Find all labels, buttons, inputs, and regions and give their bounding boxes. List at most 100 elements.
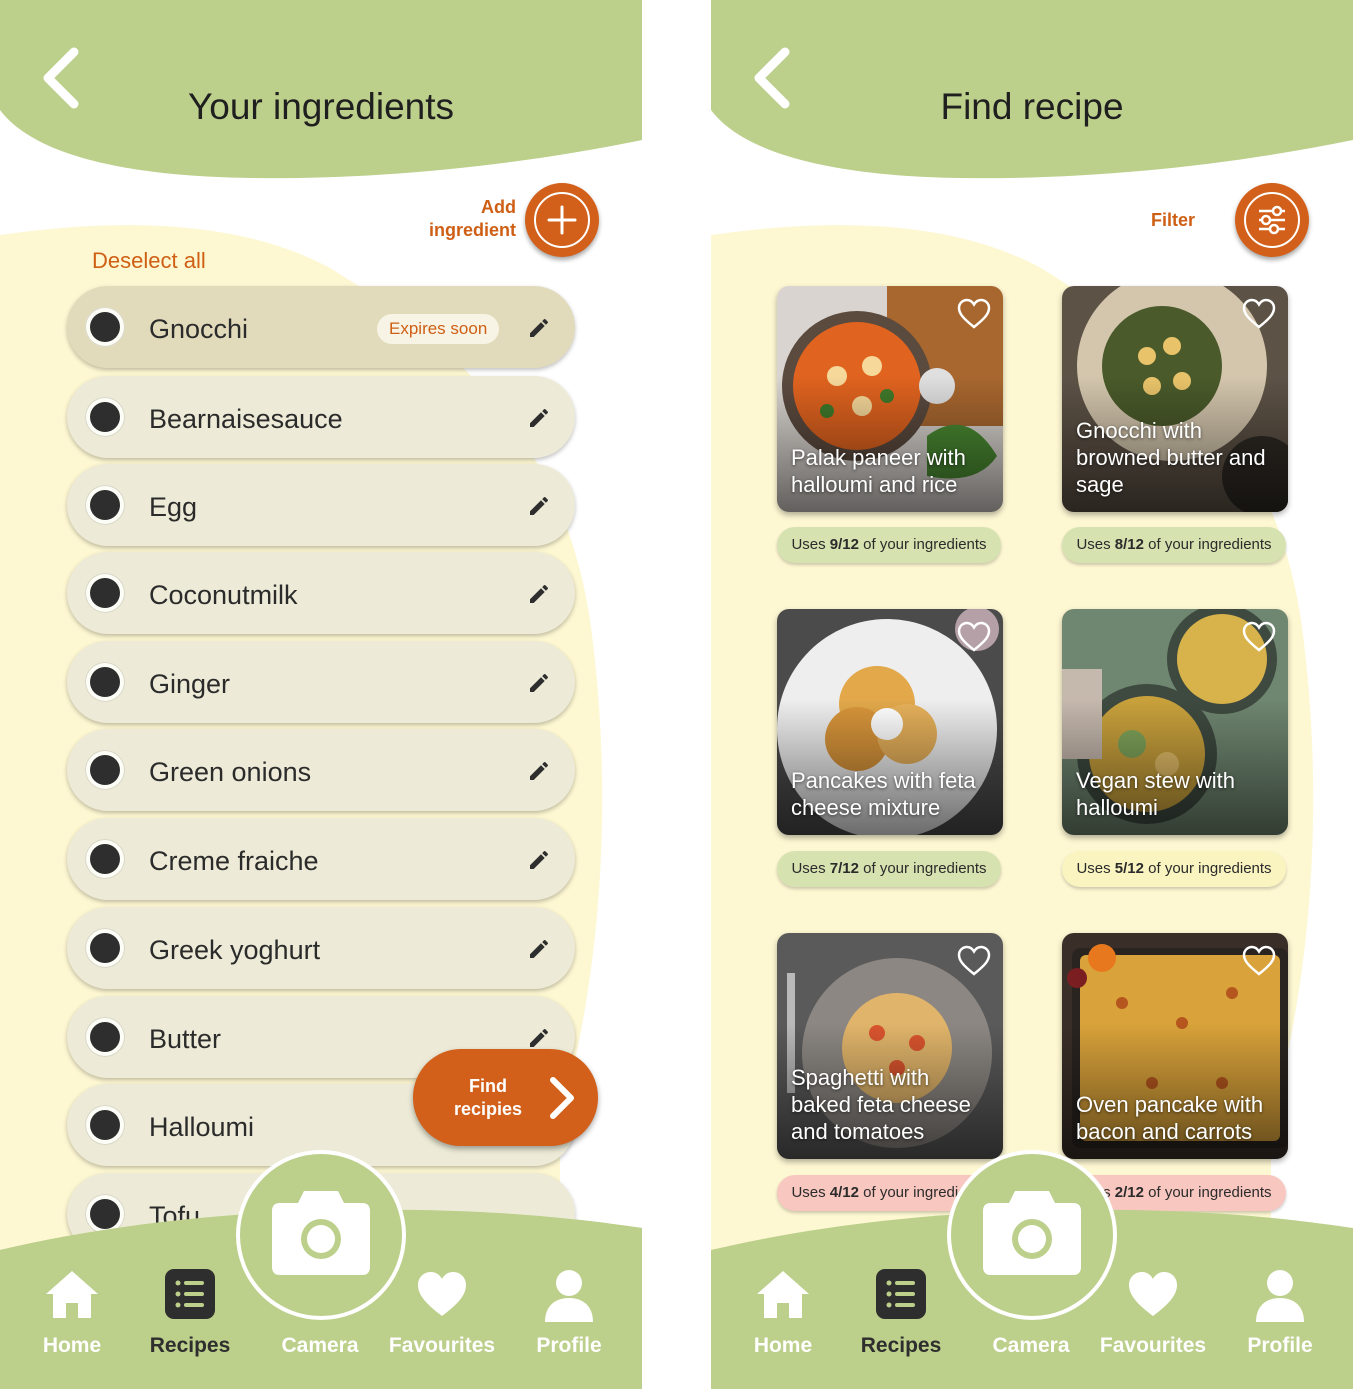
edit-pencil-icon[interactable] [527, 494, 551, 518]
recipe-card[interactable]: Oven pancake with bacon and carrots [1062, 933, 1288, 1159]
camera-label: Camera [992, 1334, 1070, 1357]
nav-home[interactable]: Home [17, 1268, 127, 1357]
ingredient-name: Coconutmilk [149, 580, 298, 610]
ingredient-radio[interactable] [85, 573, 125, 613]
ingredient-match-pill: Uses 9/12 of your ingredients [777, 527, 1001, 563]
ingredient-name: Creme fraiche [149, 846, 319, 876]
ingredient-match-pill: Uses 5/12 of your ingredients [1062, 851, 1286, 887]
camera-label: Camera [281, 1334, 359, 1357]
ingredient-radio[interactable] [85, 839, 125, 879]
plus-icon [547, 205, 577, 235]
ingredient-name: Ginger [149, 669, 231, 699]
ingredient-radio[interactable] [85, 750, 125, 790]
nav-label: Profile [1247, 1334, 1313, 1357]
nav-recipes[interactable]: Recipes [846, 1268, 956, 1357]
recipe-title: Palak paneer with halloumi and rice [791, 445, 966, 497]
recipe-title: Pancakes with feta cheese mixture [791, 768, 976, 820]
favourite-heart-icon[interactable] [1242, 945, 1276, 977]
ingredient-radio[interactable] [85, 307, 125, 347]
edit-pencil-icon[interactable] [527, 848, 551, 872]
recipe-card[interactable]: Vegan stew with halloumi [1062, 609, 1288, 835]
camera-icon [272, 1191, 370, 1275]
ingredient-name: Green onions [149, 757, 312, 787]
ingredient-name: Halloumi [149, 1112, 255, 1142]
nav-home[interactable]: Home [728, 1268, 838, 1357]
nav-label: Favourites [388, 1334, 496, 1357]
nav-label: Recipes [860, 1334, 942, 1357]
recipe-title: Oven pancake with bacon and carrots [1076, 1092, 1264, 1144]
recipe-title: Vegan stew with halloumi [1076, 768, 1235, 820]
ingredient-radio[interactable] [85, 928, 125, 968]
ingredient-row[interactable]: Gnocchi Expires soon [67, 286, 575, 368]
recipe-card[interactable]: Gnocchi with browned butter and sage [1062, 286, 1288, 512]
home-icon [757, 1271, 809, 1318]
profile-icon [1256, 1270, 1304, 1322]
find-recipes-label: Find recipies [453, 1076, 523, 1119]
heart-icon [1129, 1272, 1177, 1316]
favourite-heart-icon[interactable] [957, 298, 991, 330]
ingredient-row[interactable]: Creme fraiche [67, 818, 575, 900]
add-ingredient-label[interactable]: Add ingredient [400, 196, 516, 242]
nav-favourites[interactable]: Favourites [387, 1268, 497, 1357]
deselect-all-link[interactable]: Deselect all [92, 248, 206, 274]
ingredient-radio[interactable] [85, 1194, 125, 1234]
expires-soon-badge: Expires soon [377, 314, 500, 344]
favourite-heart-icon[interactable] [957, 621, 991, 653]
filter-label[interactable]: Filter [1151, 210, 1195, 231]
nav-recipes[interactable]: Recipes [135, 1268, 245, 1357]
page-title: Find recipe [940, 86, 1124, 127]
ingredient-row[interactable]: Bearnaisesauce [67, 376, 575, 458]
ingredient-row[interactable]: Ginger [67, 641, 575, 723]
nav-label: Home [42, 1334, 102, 1357]
edit-pencil-icon[interactable] [527, 582, 551, 606]
edit-pencil-icon[interactable] [527, 759, 551, 783]
favourite-heart-icon[interactable] [1242, 621, 1276, 653]
ingredient-name: Tofu [149, 1201, 201, 1231]
ingredient-radio[interactable] [85, 1017, 125, 1057]
ingredient-name: Egg [149, 492, 198, 522]
nav-profile[interactable]: Profile [514, 1268, 624, 1357]
edit-pencil-icon[interactable] [527, 671, 551, 695]
recipe-card[interactable]: Pancakes with feta cheese mixture [777, 609, 1003, 835]
ingredient-radio[interactable] [85, 662, 125, 702]
heart-icon [418, 1272, 466, 1316]
favourite-heart-icon[interactable] [957, 945, 991, 977]
nav-profile[interactable]: Profile [1225, 1268, 1335, 1357]
camera-icon [983, 1191, 1081, 1275]
nav-favourites[interactable]: Favourites [1098, 1268, 1208, 1357]
ingredient-name: Butter [149, 1024, 222, 1054]
ingredient-radio[interactable] [85, 1105, 125, 1145]
ingredient-name: Gnocchi [149, 314, 249, 344]
recipe-title: Gnocchi with browned butter and sage [1076, 418, 1266, 497]
edit-pencil-icon[interactable] [527, 406, 551, 430]
recipe-card[interactable]: Palak paneer with halloumi and rice [777, 286, 1003, 512]
nav-label: Recipes [149, 1334, 231, 1357]
ingredient-row[interactable]: Egg [67, 464, 575, 546]
ingredient-row[interactable]: Green onions [67, 729, 575, 811]
camera-button[interactable] [947, 1150, 1117, 1320]
edit-pencil-icon[interactable] [527, 316, 551, 340]
ingredient-radio[interactable] [85, 397, 125, 437]
ingredients-screen: Your ingredients Add ingredient Deselect… [0, 0, 642, 1389]
ingredient-row[interactable]: Greek yoghurt [67, 907, 575, 989]
filter-button[interactable] [1235, 183, 1309, 257]
ingredient-radio[interactable] [85, 485, 125, 525]
home-icon [46, 1271, 98, 1318]
profile-icon [545, 1270, 593, 1322]
ingredient-name: Greek yoghurt [149, 935, 321, 965]
add-ingredient-button[interactable] [525, 183, 599, 257]
chevron-right-icon [550, 1077, 574, 1119]
recipe-card[interactable]: Spaghetti with baked feta cheese and tom… [777, 933, 1003, 1159]
find-recipes-button[interactable]: Find recipies [413, 1049, 598, 1146]
camera-button[interactable] [236, 1150, 406, 1320]
edit-pencil-icon[interactable] [527, 937, 551, 961]
page-title: Your ingredients [187, 86, 455, 127]
list-icon [165, 1269, 215, 1319]
nav-label: Favourites [1099, 1334, 1207, 1357]
nav-label: Home [753, 1334, 813, 1357]
recipe-title: Spaghetti with baked feta cheese and tom… [791, 1065, 971, 1144]
ingredient-row[interactable]: Coconutmilk [67, 552, 575, 634]
edit-pencil-icon[interactable] [527, 1026, 551, 1050]
favourite-heart-icon[interactable] [1242, 298, 1276, 330]
find-recipe-screen: Find recipe Filter Palak paneer with hal… [711, 0, 1353, 1389]
